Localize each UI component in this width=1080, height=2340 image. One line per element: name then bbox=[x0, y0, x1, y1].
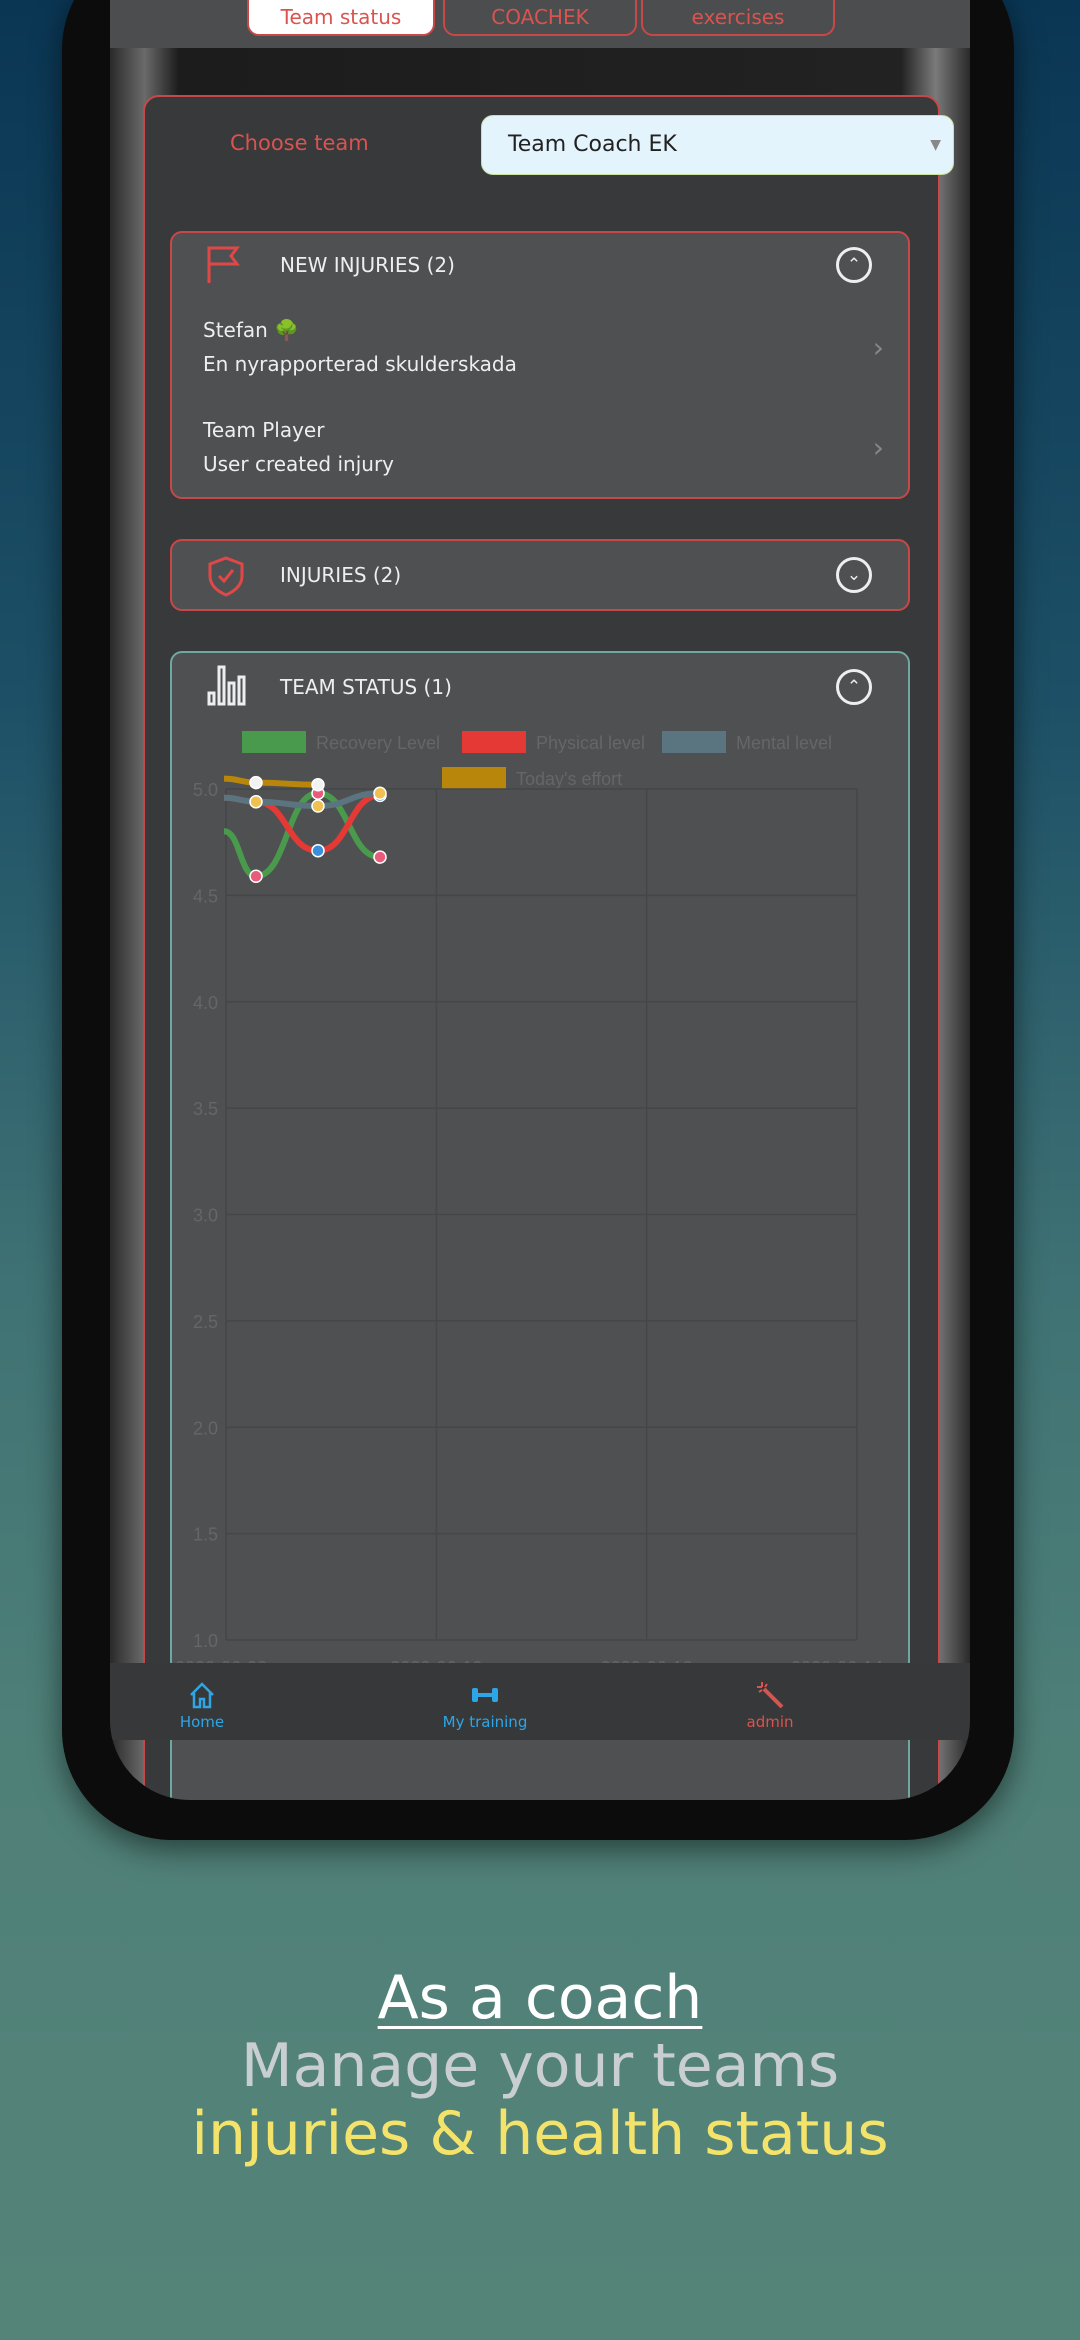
caret-down-icon: ▼ bbox=[930, 137, 941, 153]
player-name: Team Player bbox=[203, 418, 325, 442]
injury-item[interactable]: Stefan 🌳 En nyrapporterad skulderskada › bbox=[172, 313, 908, 393]
data-point bbox=[373, 850, 387, 864]
collapse-chevron-icon[interactable]: ⌃ bbox=[836, 247, 872, 283]
app-screen: Team status COACHEK exercises Choose tea… bbox=[110, 0, 970, 1800]
data-point bbox=[373, 786, 387, 801]
data-point bbox=[311, 799, 325, 813]
home-icon bbox=[190, 1682, 214, 1709]
shield-check-icon bbox=[208, 556, 244, 597]
y-tick-label: 1.0 bbox=[193, 1631, 218, 1651]
chevron-right-icon: › bbox=[872, 431, 884, 464]
injury-item[interactable]: Team Player User created injury › bbox=[172, 413, 908, 493]
injury-description: User created injury bbox=[203, 452, 395, 476]
nav-admin[interactable]: admin bbox=[710, 1681, 830, 1731]
y-tick-label: 4.0 bbox=[193, 993, 218, 1013]
new-injuries-title: NEW INJURIES (2) bbox=[280, 253, 455, 277]
team-status-card: TEAM STATUS (1) ⌃ Recovery Level Physical… bbox=[170, 651, 910, 1800]
collapse-chevron-icon[interactable]: ⌃ bbox=[836, 669, 872, 705]
series-line bbox=[223, 775, 319, 788]
team-status-title: TEAM STATUS (1) bbox=[280, 675, 452, 699]
data-point bbox=[249, 795, 263, 809]
team-panel: Choose team Team Coach EK ▼ NEW INJURIES … bbox=[143, 95, 954, 1800]
bar-chart-icon bbox=[207, 665, 246, 706]
choose-team-label: Choose team bbox=[230, 131, 369, 155]
injuries-title: INJURIES (2) bbox=[280, 563, 402, 587]
nav-home[interactable]: Home bbox=[142, 1681, 262, 1731]
nav-label: Home bbox=[179, 1713, 225, 1731]
tab-label: Team status bbox=[280, 5, 402, 29]
promo-highlight: injuries & health status bbox=[191, 2099, 889, 2169]
tab-coachek[interactable]: COACHEK bbox=[443, 0, 637, 36]
flag-icon bbox=[207, 246, 240, 283]
nav-label: admin bbox=[746, 1713, 794, 1731]
nav-my-training[interactable]: My training bbox=[425, 1681, 545, 1731]
phone-frame: Team status COACHEK exercises Choose tea… bbox=[62, 0, 1014, 1840]
legend-label: Today's effort bbox=[516, 769, 622, 789]
chevron-right-icon: › bbox=[872, 331, 884, 364]
legend-swatch bbox=[442, 767, 506, 789]
team-select-value: Team Coach EK bbox=[508, 132, 677, 157]
injury-description: En nyrapporterad skulderskada bbox=[203, 352, 517, 376]
magic-wand-icon bbox=[757, 1682, 784, 1709]
legend-label: Physical level bbox=[536, 733, 645, 753]
y-tick-label: 4.5 bbox=[193, 886, 218, 906]
bottom-nav: Home My training admin bbox=[110, 1663, 970, 1740]
y-tick-label: 2.0 bbox=[193, 1418, 218, 1438]
dumbbell-icon bbox=[472, 1688, 498, 1702]
tab-label: COACHEK bbox=[491, 5, 589, 29]
nav-label: My training bbox=[442, 1713, 528, 1731]
team-status-chart: Recovery Level Physical level Mental level… bbox=[175, 731, 883, 1678]
legend-swatch bbox=[242, 731, 306, 753]
tab-team-status[interactable]: Team status bbox=[247, 0, 435, 36]
tab-exercises[interactable]: exercises bbox=[641, 0, 835, 36]
y-tick-label: 3.0 bbox=[193, 1206, 218, 1226]
player-name: Stefan 🌳 bbox=[203, 318, 300, 342]
top-tab-bar: Team status COACHEK exercises bbox=[110, 0, 970, 48]
y-tick-label: 3.5 bbox=[193, 1099, 218, 1119]
team-select[interactable]: Team Coach EK ▼ bbox=[481, 115, 954, 175]
data-point bbox=[249, 869, 263, 883]
injuries-card[interactable]: INJURIES (2) ⌄ bbox=[170, 539, 910, 611]
data-point bbox=[311, 843, 325, 858]
new-injuries-card: NEW INJURIES (2) ⌃ Stefan 🌳 En nyrapport… bbox=[170, 231, 910, 499]
y-tick-label: 2.5 bbox=[193, 1312, 218, 1332]
y-tick-label: 1.5 bbox=[193, 1525, 218, 1545]
tab-label: exercises bbox=[691, 5, 785, 29]
expand-chevron-icon[interactable]: ⌄ bbox=[836, 557, 872, 593]
promo-line: Manage your teams bbox=[240, 2031, 840, 2101]
y-tick-label: 5.0 bbox=[193, 780, 218, 800]
legend-label: Mental level bbox=[736, 733, 832, 753]
promo-heading: As a coach bbox=[377, 1963, 703, 2033]
legend-swatch bbox=[462, 731, 526, 753]
legend-swatch bbox=[662, 731, 726, 753]
data-point bbox=[311, 777, 325, 792]
legend-label: Recovery Level bbox=[316, 733, 440, 753]
data-point bbox=[249, 775, 263, 790]
